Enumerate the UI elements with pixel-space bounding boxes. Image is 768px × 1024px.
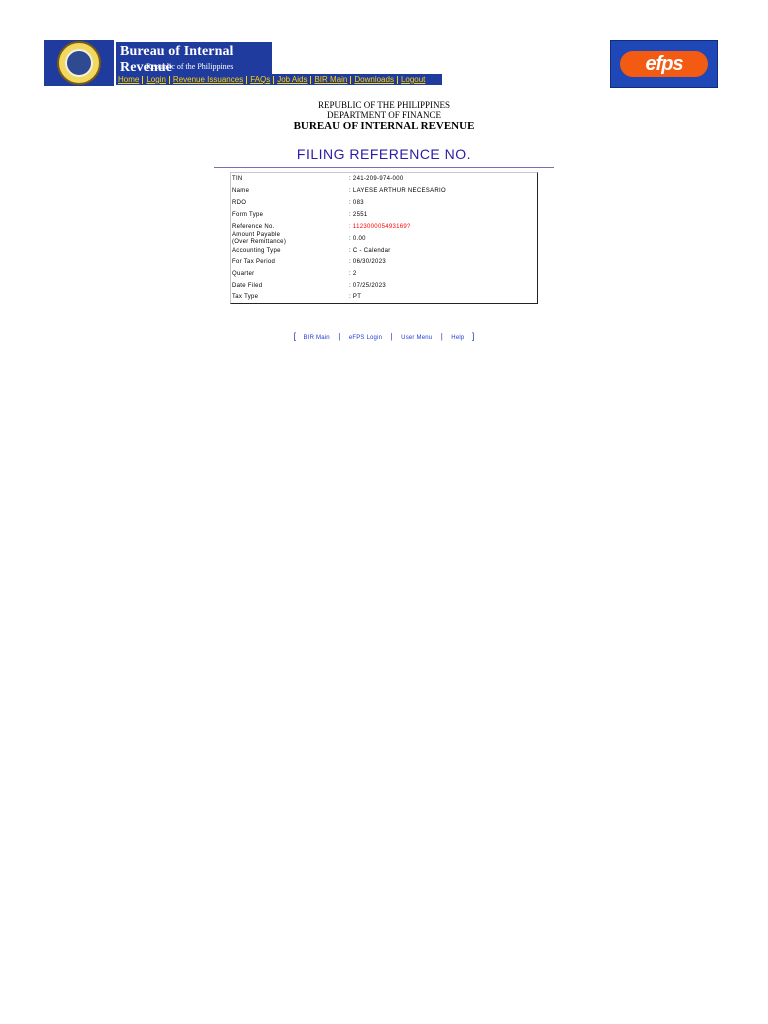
tax-type-label: Tax Type — [232, 294, 259, 300]
amount-payable-value: : 0.00 — [349, 236, 366, 242]
nav-faqs[interactable]: FAQs — [250, 75, 270, 84]
footer-separator: | — [440, 332, 443, 341]
tin-value: : 241-209-974-000 — [349, 176, 404, 182]
reference-no-label: Reference No. — [232, 224, 275, 230]
accounting-type-value: : C - Calendar — [349, 248, 391, 254]
footer-link-efps-login[interactable]: eFPS Login — [349, 335, 382, 341]
top-nav: Home Login Revenue Issuances FAQs Job Ai… — [116, 74, 442, 85]
efps-logo[interactable]: efps — [610, 40, 718, 88]
nav-home[interactable]: Home — [118, 75, 139, 84]
nav-login[interactable]: Login — [146, 75, 166, 84]
bureau-heading: BUREAU OF INTERNAL REVENUE — [293, 120, 475, 132]
footer-separator: | — [338, 332, 341, 341]
footer-link-bir-main[interactable]: BIR Main — [304, 335, 330, 341]
accounting-type-label: Accounting Type — [232, 248, 281, 254]
bir-seal-logo — [44, 40, 114, 86]
agency-heading: REPUBLIC OF THE PHILIPPINES DEPARTMENT O… — [0, 100, 768, 133]
tax-type-value: : PT — [349, 294, 362, 300]
department-heading: DEPARTMENT OF FINANCE — [327, 110, 441, 120]
nav-logout[interactable]: Logout — [401, 75, 425, 84]
nav-downloads[interactable]: Downloads — [354, 75, 394, 84]
efps-logo-text: efps — [620, 51, 708, 77]
name-value: : LAYESE ARTHUR NECESARIO — [349, 188, 446, 194]
footer-link-user-menu[interactable]: User Menu — [401, 335, 432, 341]
rdo-value: : 083 — [349, 200, 364, 206]
republic-heading: REPUBLIC OF THE PHILIPPINES — [317, 100, 451, 110]
footer-link-help[interactable]: Help — [451, 335, 464, 341]
filing-details-card: TIN : 241-209-974-000 Name : LAYESE ARTH… — [230, 172, 538, 304]
date-filed-value: : 07/25/2023 — [349, 283, 386, 289]
footer-close-bracket: ] — [471, 331, 475, 341]
bureau-title: Bureau of Internal Revenue — [120, 44, 234, 75]
nav-separator — [246, 75, 248, 84]
over-remittance-label: (Over Remittance) — [232, 239, 287, 245]
quarter-label: Quarter — [232, 271, 255, 277]
seal-emblem — [65, 49, 93, 77]
nav-separator — [310, 75, 312, 84]
tax-period-value: : 06/30/2023 — [349, 259, 386, 265]
rdo-label: RDO — [232, 200, 247, 206]
reference-no-value: : 112300005493169? — [349, 224, 411, 230]
nav-job-aids[interactable]: Job Aids — [277, 75, 307, 84]
nav-separator — [142, 75, 144, 84]
footer-nav: [ BIR Main | eFPS Login | User Menu | He… — [0, 326, 768, 344]
page-title: FILING REFERENCE NO. — [296, 146, 472, 162]
bureau-subtitle: Republic of the Philippines — [146, 62, 234, 71]
form-type-label: Form Type — [232, 212, 264, 218]
nav-revenue-issuances[interactable]: Revenue Issuances — [173, 75, 243, 84]
nav-bir-main[interactable]: BIR Main — [314, 75, 347, 84]
nav-separator — [273, 75, 275, 84]
bir-banner: Bureau of Internal Revenue Republic of t… — [116, 42, 272, 75]
nav-separator — [168, 75, 170, 84]
seal-ring — [57, 41, 101, 85]
date-filed-label: Date Filed — [232, 283, 263, 289]
tax-period-label: For Tax Period — [232, 259, 276, 265]
nav-separator — [396, 75, 398, 84]
tin-label: TIN — [232, 176, 243, 182]
name-label: Name — [232, 188, 250, 194]
site-header: Bureau of Internal Revenue Republic of t… — [0, 0, 768, 100]
quarter-value: : 2 — [349, 271, 357, 277]
footer-open-bracket: [ — [293, 331, 297, 341]
amount-payable-label: Amount Payable — [232, 232, 281, 238]
form-type-value: : 2551 — [349, 212, 368, 218]
footer-separator: | — [390, 332, 393, 341]
title-divider — [214, 167, 554, 168]
nav-separator — [350, 75, 352, 84]
